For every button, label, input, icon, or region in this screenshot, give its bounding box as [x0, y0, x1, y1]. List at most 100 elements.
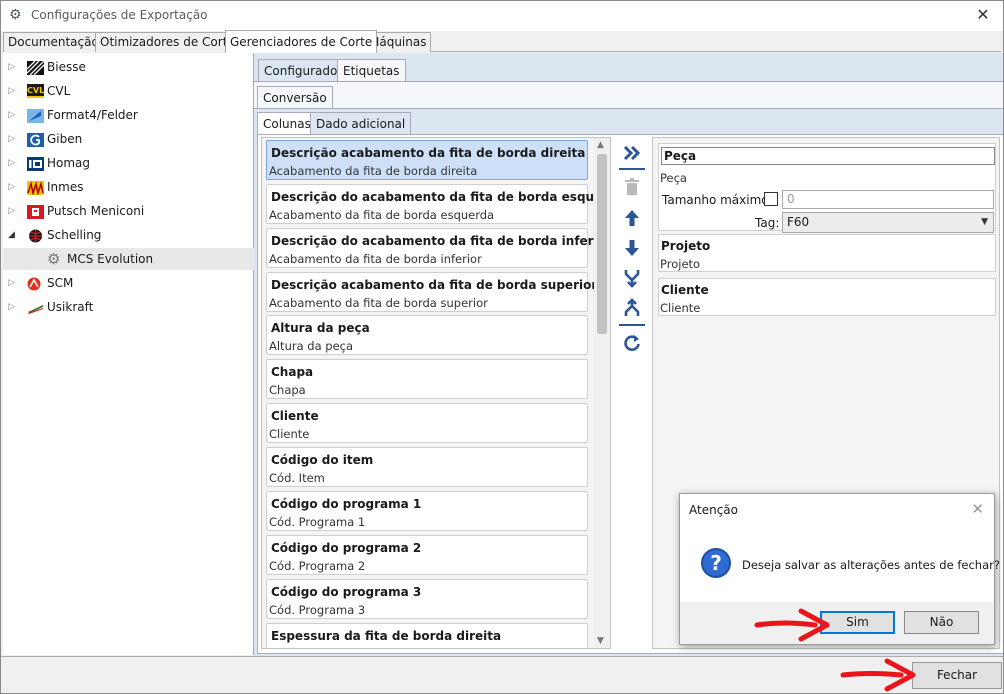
refresh-button[interactable] [620, 331, 644, 355]
list-item[interactable]: Código do item Cód. Item [266, 447, 588, 487]
tab-otimizadores[interactable]: Otimizadores de Corte [95, 32, 240, 52]
tree-item-label: Format4/Felder [47, 108, 138, 122]
list-item[interactable]: Cliente Cliente [266, 403, 588, 443]
toolbar-divider [619, 324, 645, 326]
confirm-dialog: Atenção ✕ ? Deseja salvar as alterações … [679, 493, 1000, 645]
list-item[interactable]: Descrição acabamento da fita de borda di… [266, 140, 588, 180]
max-length-checkbox[interactable] [764, 192, 778, 206]
list-item[interactable]: Código do programa 1 Cód. Programa 1 [266, 491, 588, 531]
no-button[interactable]: Não [904, 611, 979, 634]
list-item[interactable]: Chapa Chapa [266, 359, 588, 399]
list-item[interactable]: Código do programa 3 Cód. Programa 3 [266, 579, 588, 619]
list-item[interactable]: Descrição acabamento da fita de borda su… [266, 272, 597, 312]
expand-icon[interactable]: ▷ [8, 176, 18, 198]
tab-documentacao[interactable]: Documentação [3, 32, 104, 52]
list-item[interactable]: Código do programa 2 Cód. Programa 2 [266, 535, 588, 575]
expand-icon[interactable]: ▷ [8, 80, 18, 102]
tab-gerenciadores[interactable]: Gerenciadores de Corte [225, 30, 378, 53]
split-icon [624, 298, 640, 316]
tree-item-label: Usikraft [47, 300, 94, 314]
main-tabs: Documentação Otimizadores de Corte Geren… [3, 30, 1001, 53]
tag-label: Tag: [755, 216, 780, 230]
column-sub-label: Peça [660, 171, 687, 185]
expand-icon[interactable]: ▷ [8, 56, 18, 78]
tab-colunas[interactable]: Colunas [257, 112, 317, 134]
tree-item-label: Inmes [47, 180, 84, 194]
split-button[interactable] [620, 296, 644, 320]
arrow-down-icon [625, 240, 639, 256]
list-item[interactable]: Descrição do acabamento da fita de borda… [266, 184, 610, 224]
expand-icon[interactable]: ▷ [8, 296, 18, 318]
column-actions-toolbar [618, 135, 646, 655]
tree-item-biesse[interactable]: ▷ Biesse [3, 56, 254, 78]
chevron-down-icon[interactable]: ▼ [597, 636, 604, 646]
gear-icon: ⚙ [9, 7, 22, 23]
max-length-label: Tamanho máximo: [662, 193, 773, 207]
column-name-input[interactable]: Peça [661, 147, 995, 165]
delete-column-button[interactable] [620, 175, 644, 199]
tree-item-homag[interactable]: ▷ Homag [3, 152, 254, 174]
tree-item-giben[interactable]: ▷ Giben [3, 128, 254, 150]
scrollbar-thumb[interactable] [597, 154, 607, 334]
tree-item-label: Schelling [47, 228, 102, 242]
manager-tree: ▷ Biesse ▷ CVL CVL ▷ Format4/Felder ▷ Gi… [3, 53, 254, 655]
tree-item-usikraft[interactable]: ▷ Usikraft [3, 296, 254, 318]
move-down-button[interactable] [620, 236, 644, 260]
max-length-input[interactable]: 0 [782, 190, 994, 209]
giben-logo-icon [27, 132, 44, 147]
dialog-footer: Sim Não [680, 602, 994, 644]
tree-item-schelling[interactable]: ◢ Schelling [3, 224, 254, 246]
cvl-logo-icon: CVL [27, 84, 44, 98]
list-item[interactable]: Descrição do acabamento da fita de borda… [266, 228, 610, 268]
expand-icon[interactable]: ▷ [8, 128, 18, 150]
usikraft-logo-icon [27, 300, 44, 314]
window-title: Configurações de Exportação [31, 8, 208, 22]
tree-item-format4[interactable]: ▷ Format4/Felder [3, 104, 254, 126]
expand-icon[interactable]: ▷ [8, 104, 18, 126]
list-item[interactable]: Altura da peça Altura da peça [266, 315, 588, 355]
tree-item-scm[interactable]: ▷ SCM [3, 272, 254, 294]
available-columns-list[interactable]: Descrição acabamento da fita de borda di… [261, 137, 611, 649]
close-window-button[interactable]: ✕ [973, 5, 993, 25]
tree-item-label: SCM [47, 276, 74, 290]
tree-item-label: Giben [47, 132, 83, 146]
list-scrollbar[interactable]: ▲ ▼ [594, 138, 610, 648]
tree-item-inmes[interactable]: ▷ Inmes [3, 176, 254, 198]
list-item[interactable]: Espessura da fita de borda direita [266, 623, 588, 648]
column-card-projeto[interactable]: Projeto Projeto [658, 234, 996, 272]
column-card-cliente[interactable]: Cliente Cliente [658, 278, 996, 316]
gear-icon: ⚙ [47, 250, 61, 268]
expand-icon[interactable]: ▷ [8, 272, 18, 294]
move-up-button[interactable] [620, 206, 644, 230]
annotation-arrow-icon [754, 608, 830, 642]
biesse-logo-icon [26, 60, 45, 76]
tab-configurador[interactable]: Configurador [258, 59, 349, 81]
tree-item-mcs-evolution[interactable]: ⚙ MCS Evolution [3, 248, 254, 270]
homag-logo-icon [27, 156, 44, 171]
tree-item-cvl[interactable]: ▷ CVL CVL [3, 80, 254, 102]
add-column-button[interactable] [620, 141, 644, 165]
expand-icon[interactable]: ▷ [8, 200, 18, 222]
trash-icon [625, 178, 639, 195]
inmes-logo-icon [27, 180, 44, 196]
collapse-icon[interactable]: ◢ [8, 224, 18, 246]
merge-button[interactable] [620, 266, 644, 290]
expand-icon[interactable]: ▷ [8, 152, 18, 174]
tab-etiquetas[interactable]: Etiquetas [337, 59, 406, 81]
tag-select[interactable]: F60 ▼ [782, 212, 994, 233]
tab-conversao[interactable]: Conversão [257, 86, 333, 108]
question-icon: ? [700, 547, 732, 579]
refresh-icon [624, 335, 640, 351]
tree-item-label: Biesse [47, 60, 86, 74]
tab-dado-adicional[interactable]: Dado adicional [310, 112, 412, 134]
format4-logo-icon [27, 108, 44, 123]
tree-item-label: Homag [47, 156, 91, 170]
close-button[interactable]: Fechar [912, 662, 1002, 689]
arrow-up-icon [625, 210, 639, 226]
chevron-up-icon[interactable]: ▲ [597, 140, 604, 150]
annotation-arrow-icon [840, 658, 916, 692]
column-card-peca[interactable]: Peça Peça Tamanho máximo: 0 Tag: F60 ▼ [658, 143, 996, 233]
dialog-close-button[interactable]: ✕ [971, 500, 984, 518]
tree-item-putsch[interactable]: ▷ Putsch Meniconi [3, 200, 254, 222]
tree-item-label: CVL [47, 84, 71, 98]
